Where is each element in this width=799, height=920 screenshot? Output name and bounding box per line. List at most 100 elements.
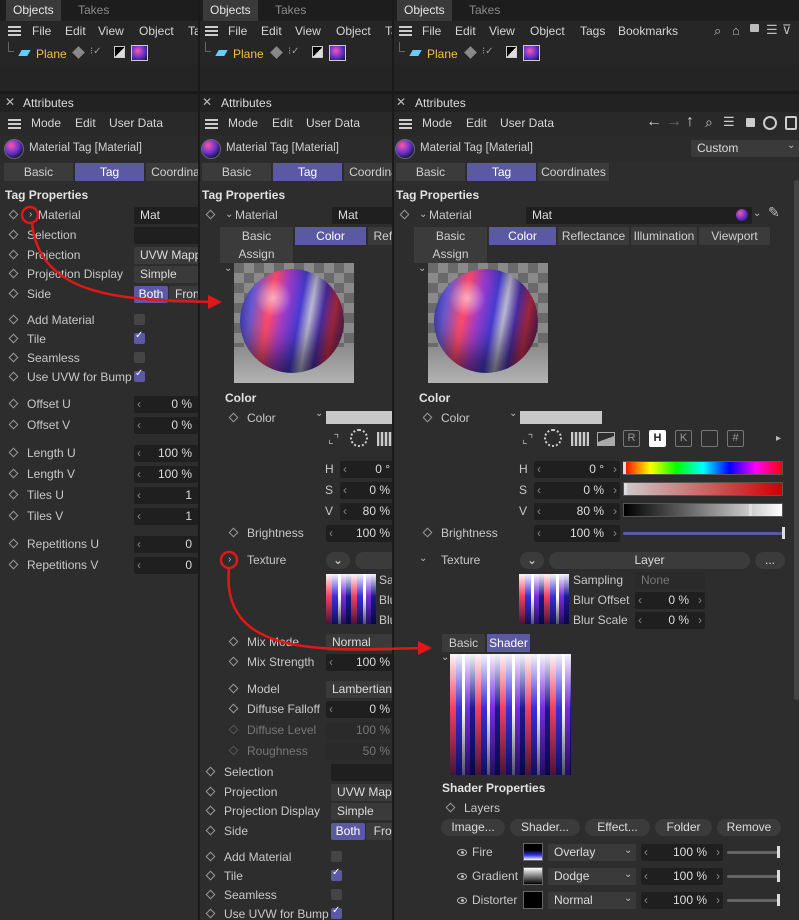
tiles-v-field[interactable]: ‹ 1 — [134, 508, 198, 525]
forward-arrow-icon[interactable]: → — [666, 113, 682, 131]
keyframe-icon[interactable] — [205, 825, 216, 836]
menu-object[interactable]: Object — [139, 24, 174, 38]
brightness-knob[interactable] — [782, 527, 785, 539]
layer-opacity-field[interactable]: ‹ 100 % › — [641, 844, 723, 861]
visibility-dots-icon[interactable]: ⁝✓ — [90, 46, 102, 57]
material-field[interactable]: Mat — [332, 207, 394, 224]
material-tab-reflectance[interactable]: Reflectance — [558, 227, 630, 245]
collapse-arrow-icon[interactable]: ⌄ — [225, 209, 233, 220]
tab-takes[interactable]: Takes — [462, 0, 507, 21]
blend-mode-dropdown[interactable]: Overlay — [548, 844, 636, 861]
lock-icon[interactable] — [750, 24, 759, 32]
home-icon[interactable]: ⌂ — [732, 23, 740, 38]
material-tab-viewport[interactable]: Viewport — [699, 227, 771, 245]
rgb-mode-icon[interactable]: R — [623, 430, 640, 447]
collapse-arrow-icon[interactable]: ⌄ — [419, 209, 427, 220]
material-tab-color[interactable]: Color — [295, 227, 367, 245]
kelvin-mode-icon[interactable]: K — [675, 430, 692, 447]
expand-texture-icon[interactable]: › — [228, 554, 231, 565]
object-name[interactable]: Plane — [233, 47, 264, 61]
keyframe-icon[interactable] — [205, 908, 216, 919]
menu-edit[interactable]: Edit — [466, 116, 487, 130]
collapse-preview-icon[interactable]: ⌄ — [418, 263, 426, 274]
brightness-field[interactable]: ‹ 100 % › — [534, 525, 620, 542]
value-knob[interactable] — [749, 504, 752, 516]
keyframe-icon[interactable] — [205, 870, 216, 881]
collapse-texture-icon[interactable]: ⌄ — [419, 553, 427, 564]
use-uvw-checkbox[interactable] — [134, 368, 145, 382]
filter-icon[interactable]: ☰ — [766, 22, 778, 38]
menu-edit[interactable]: Edit — [65, 24, 86, 38]
layer-row-gradient[interactable]: Gradient Dodge ⌄ ‹ 100 % › — [456, 866, 791, 888]
mix-strength-field[interactable]: ‹ 100 % — [326, 654, 394, 671]
brightness-slider[interactable] — [623, 532, 783, 535]
material-tab-assign[interactable]: Assign — [220, 245, 294, 263]
keyframe-icon[interactable] — [205, 851, 216, 862]
add-image-button[interactable]: Image... — [441, 819, 505, 836]
menu-view[interactable]: View — [489, 24, 515, 38]
search-icon[interactable]: ⌕ — [714, 23, 721, 39]
keyframe-icon[interactable] — [8, 510, 19, 521]
projection-dropdown[interactable]: UVW Mapp — [134, 247, 198, 264]
texture-menu-button[interactable]: ⌄ — [520, 552, 544, 569]
material-field[interactable]: Mat — [526, 207, 752, 224]
menu-tags[interactable]: Tags — [580, 24, 605, 38]
tab-tag[interactable]: Tag — [467, 163, 537, 181]
color-swatch[interactable] — [520, 411, 602, 424]
keyframe-icon[interactable] — [8, 333, 19, 344]
layer-row-distorter[interactable]: Distorter Normal ⌄ ‹ 100 % › — [456, 890, 791, 912]
saturation-knob[interactable] — [624, 483, 627, 495]
shader-tab-shader[interactable]: Shader — [487, 634, 531, 652]
keyframe-icon[interactable] — [205, 766, 216, 777]
brightness-field[interactable]: ‹ 100 % — [326, 525, 394, 542]
picker-corner-icon[interactable]: ⌞⌝ — [522, 432, 533, 446]
keyframe-icon[interactable] — [8, 468, 19, 479]
tiles-u-field[interactable]: ‹ 1 — [134, 487, 198, 504]
remove-layer-button[interactable]: Remove — [717, 819, 781, 836]
keyframe-icon[interactable] — [422, 412, 433, 423]
tab-basic[interactable]: Basic — [4, 163, 74, 181]
hamburger-icon[interactable] — [399, 119, 412, 129]
hsv-mode-icon[interactable]: H — [649, 430, 666, 447]
menu-object[interactable]: Object — [336, 24, 371, 38]
length-v-field[interactable]: ‹ 100 % — [134, 466, 198, 483]
menu-tags[interactable]: Ta — [188, 24, 198, 38]
material-sphere-icon[interactable] — [736, 209, 748, 221]
texture-thumbnail[interactable] — [519, 574, 569, 624]
scrollbar[interactable] — [794, 180, 799, 700]
offset-v-field[interactable]: ‹ 0 % — [134, 417, 198, 434]
layer-opacity-knob[interactable] — [777, 894, 780, 906]
keyframe-icon[interactable] — [8, 229, 19, 240]
add-material-checkbox[interactable] — [331, 851, 342, 862]
keyframe-icon[interactable] — [205, 805, 216, 816]
seamless-checkbox[interactable] — [134, 352, 145, 363]
tab-tag[interactable]: Tag — [273, 163, 343, 181]
layer-opacity-slider[interactable] — [727, 899, 779, 902]
keyframe-icon[interactable] — [8, 398, 19, 409]
texture-shader-button[interactable] — [355, 552, 394, 569]
tag-flag-icon[interactable] — [506, 46, 517, 58]
keyframe-icon[interactable] — [445, 802, 456, 813]
visibility-eye-icon[interactable] — [457, 849, 467, 856]
tab-coordinates[interactable]: Coordina — [146, 163, 198, 181]
expand-arrow-icon[interactable]: › — [29, 209, 32, 220]
menu-mode[interactable]: Mode — [422, 116, 452, 130]
expand-color-icon[interactable]: ⌄ — [315, 408, 323, 419]
collapse-preview-icon[interactable]: ⌄ — [224, 263, 232, 274]
hamburger-icon[interactable] — [8, 119, 21, 129]
layout-dropdown[interactable]: Custom — [691, 140, 799, 157]
up-arrow-icon[interactable]: ↑ — [686, 113, 694, 131]
visibility-dots-icon[interactable]: ⁝✓ — [482, 46, 494, 57]
material-tab-color[interactable]: Color — [489, 227, 557, 245]
object-row[interactable]: Plane ⁝✓ — [0, 42, 198, 65]
hue-gradient[interactable] — [623, 461, 783, 475]
keyframe-icon[interactable] — [205, 889, 216, 900]
layer-opacity-field[interactable]: ‹ 100 % › — [641, 868, 723, 885]
texture-menu-button[interactable]: ⌄ — [326, 552, 350, 569]
object-row[interactable]: Plane ⁝✓ — [200, 42, 394, 65]
expand-color-icon[interactable]: ⌄ — [509, 408, 517, 419]
material-tag-icon[interactable] — [329, 45, 346, 61]
keyframe-icon[interactable] — [205, 209, 216, 220]
menu-edit[interactable]: Edit — [455, 24, 476, 38]
more-modes-icon[interactable]: ▸ — [776, 433, 781, 444]
